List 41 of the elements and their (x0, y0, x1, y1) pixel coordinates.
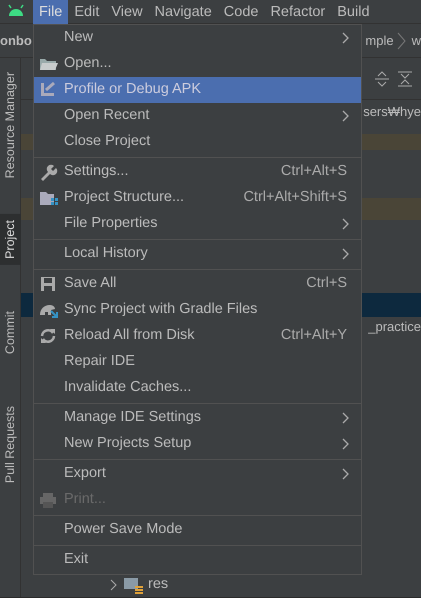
breadcrumb-item[interactable]: mple (365, 30, 394, 50)
menu-item[interactable]: Save All Ctrl+S (34, 271, 361, 297)
menu-item[interactable]: Repair IDE (34, 349, 361, 375)
menu-item[interactable]: Invalidate Caches... (34, 375, 361, 401)
menu-item[interactable]: File (33, 0, 68, 24)
project-name[interactable]: onbo (0, 30, 32, 50)
menu-item[interactable]: File Properties (34, 211, 361, 237)
expand-all-icon (374, 70, 390, 86)
breadcrumb-item[interactable]: w (412, 30, 421, 50)
menu-item[interactable]: New (34, 25, 361, 51)
folder-icon (38, 189, 60, 207)
menu-item[interactable]: View (105, 0, 149, 24)
tree-item[interactable]: res (148, 574, 168, 596)
menu-item[interactable]: Refactor (264, 0, 332, 24)
menu-item[interactable]: Power Save Mode (34, 517, 361, 543)
menu-item[interactable]: Settings... Ctrl+Alt+S (34, 159, 361, 185)
path-text: sers₩hye (363, 103, 421, 121)
tool-window-tab[interactable]: Resource Manager (0, 66, 22, 184)
menu-item[interactable]: Close Project (34, 129, 361, 155)
menu-item[interactable]: Manage IDE Settings (34, 405, 361, 431)
menu-item[interactable]: Open... (34, 51, 361, 77)
menu-item[interactable]: Open Recent (34, 103, 361, 129)
menu-item[interactable]: New Projects Setup (34, 431, 361, 457)
menu-item[interactable]: Exit (34, 547, 361, 573)
menu-item[interactable]: Sync Project with Gradle Files (34, 297, 361, 323)
menu-item[interactable]: Project Structure... Ctrl+Alt+Shift+S (34, 185, 361, 211)
menu-item[interactable]: Export (34, 461, 361, 487)
tool-window-tab[interactable]: Project (0, 214, 22, 266)
tree-item[interactable]: _practice (368, 317, 421, 339)
tool-window-tab[interactable]: Commit (0, 305, 22, 360)
folder-icon (122, 576, 144, 594)
tool-window-tab[interactable]: Pull Requests (0, 400, 22, 490)
menu-item[interactable]: Code (218, 0, 264, 24)
menu-item[interactable]: Local History (34, 241, 361, 267)
menu-item[interactable]: Reload All from Disk Ctrl+Alt+Y (34, 323, 361, 349)
menu-item[interactable]: Profile or Debug APK (34, 77, 361, 103)
menu-item[interactable]: Edit (68, 0, 106, 24)
menu-item[interactable]: Navigate (148, 0, 218, 24)
chevron-right-icon (109, 578, 119, 592)
collapse-all-icon (397, 70, 413, 86)
menu-item[interactable]: Build (331, 0, 376, 24)
